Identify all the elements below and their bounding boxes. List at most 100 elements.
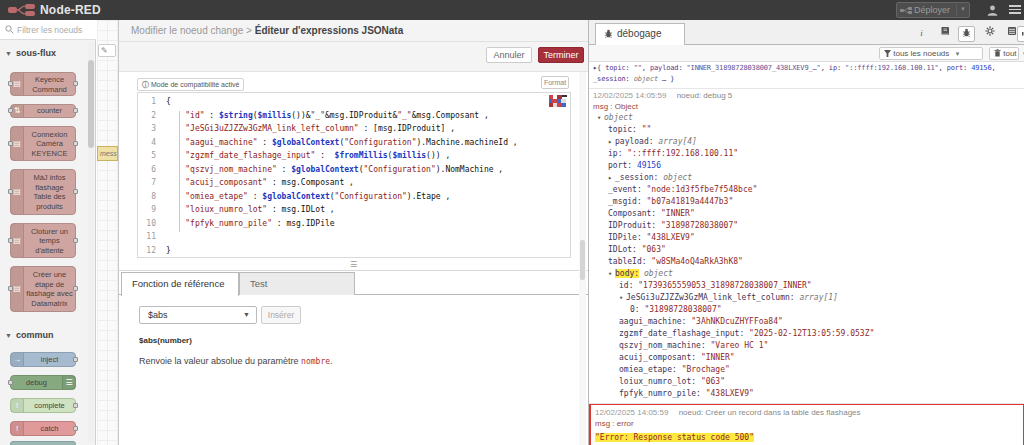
palette-scrollbar[interactable] — [88, 42, 94, 442]
function-select[interactable]: $abs ▼ — [139, 306, 257, 324]
dialog-scrollbar[interactable] — [579, 72, 586, 445]
debug-msg-label: msg : Object — [593, 101, 1020, 112]
debug-sidebar: débogage i ▶ tous les noeuds ▼ tout ▼ — [588, 20, 1024, 445]
palette-node-catch[interactable]: !catch — [10, 421, 76, 436]
output-port[interactable] — [73, 286, 78, 291]
trash-icon — [994, 49, 1001, 57]
palette-category-commun[interactable]: ▼commun — [0, 330, 88, 340]
function-description: Renvoie la valeur absolue du paramètre n… — [139, 356, 333, 366]
tab-info-icon[interactable]: i — [913, 26, 930, 42]
node-icon: → — [11, 353, 24, 366]
output-port[interactable] — [73, 403, 78, 408]
code-lines[interactable]: { "id" : $string($millis())&"_"&msg.IDPr… — [166, 97, 568, 259]
palette-node-keyence-command[interactable]: ▤Keyence Command — [10, 72, 76, 96]
node-icon: ! — [11, 399, 24, 412]
palette-node-complete[interactable]: !complete — [10, 398, 76, 413]
info-icon: ⓘ — [142, 81, 149, 88]
node-red-logo — [8, 4, 36, 16]
workspace-edit-button[interactable]: ✎ — [98, 44, 116, 57]
code-line-numbers: 123456789101112 — [138, 93, 162, 257]
node-icon: ☰ — [62, 376, 75, 389]
node-icon: ! — [11, 422, 24, 435]
filter-nodes-button[interactable]: tous les noeuds ▼ — [879, 47, 983, 60]
palette-node-inject[interactable]: →inject — [10, 352, 76, 367]
input-port[interactable] — [8, 380, 13, 385]
input-port[interactable] — [8, 238, 13, 243]
jsonata-logo-icon — [549, 95, 567, 108]
output-port[interactable] — [73, 81, 78, 86]
palette-node-creer-etape-flashage[interactable]: ▤Créer une étape de flashage avec Datama… — [10, 266, 76, 312]
menu-icon[interactable] — [1009, 5, 1021, 15]
debug-node-name: noeud: debug 5 — [677, 91, 733, 100]
tab-test[interactable]: Test — [239, 272, 355, 295]
bug-icon — [604, 29, 613, 38]
debug-msg-label: msg : error — [595, 418, 1019, 429]
format-button[interactable]: Format — [541, 76, 569, 89]
dialog-title: Éditeur d'expressions JSONata — [255, 25, 404, 36]
user-icon[interactable] — [986, 4, 999, 16]
deploy-icon — [900, 7, 912, 15]
input-port[interactable] — [8, 141, 13, 146]
function-tabs: Fonction de référence Test — [119, 272, 588, 295]
function-signature: $abs(number) — [139, 336, 192, 345]
debug-meta: 12/02/2025 14:05:59 noeud: debug 5 — [593, 90, 1020, 101]
debug-filterbar: tous les noeuds ▼ tout ▼ — [589, 45, 1024, 62]
debug-messages: ▸{ topic: "", payload: "INNER_3189872803… — [589, 62, 1024, 445]
debug-object-tree[interactable]: ▾objecttopic: ""▸payload: array[4]ip: ":… — [593, 112, 1020, 400]
input-port[interactable] — [8, 108, 13, 113]
jsonata-code-editor[interactable]: 123456789101112 { "id" : $string($millis… — [137, 92, 571, 258]
palette-sidebar: Filtrer les noeuds ▼sous-flux ▤Keyence Co… — [0, 20, 96, 445]
workspace-node-partial[interactable]: mess — [97, 146, 118, 161]
palette-search-placeholder: Filtrer les noeuds — [17, 25, 82, 35]
debug-message-error[interactable]: 12/02/2025 14:05:59 noeud: Créer un reco… — [589, 404, 1024, 445]
dialog-toolbar: Annuler Terminer — [119, 42, 588, 72]
input-port[interactable] — [8, 189, 13, 194]
breadcrumb-parent: Modifier le noeud change — [131, 25, 243, 36]
debug-error-text: "Error: Response status code 500" — [595, 432, 1019, 444]
workspace-canvas[interactable]: ✎ mess — [97, 20, 118, 445]
debug-node-name: noeud: Créer un record dans la table des… — [679, 408, 861, 417]
tab-debug[interactable]: débogage — [595, 23, 685, 46]
debug-timestamp: 12/02/2025 14:05:59 — [595, 408, 668, 417]
palette-node-cloturer-temps-attente[interactable]: ▤Cloturer un temps d'attente — [10, 223, 76, 258]
palette-node-connexion-camera-keyence[interactable]: ▤Connexion Caméra KEYENCE — [10, 126, 76, 161]
dialog-breadcrumb: Modifier le noeud change > Éditeur d'exp… — [119, 20, 588, 42]
palette-search[interactable]: Filtrer les noeuds — [0, 20, 96, 40]
sidebar-tabbar: débogage i ▶ — [589, 20, 1024, 45]
insert-button[interactable]: Insérer — [261, 306, 301, 324]
tab-dashboard-icon[interactable] — [1017, 26, 1024, 42]
cancel-button[interactable]: Annuler — [486, 47, 532, 63]
output-port[interactable] — [73, 357, 78, 362]
chevron-down-icon: ▼ — [243, 311, 250, 318]
search-icon — [5, 25, 14, 34]
deploy-button[interactable]: Déployer ▼ — [896, 2, 970, 18]
compat-notice: ⓘMode de compatibilité activé — [137, 78, 244, 91]
tab-help-icon[interactable] — [936, 26, 953, 42]
output-port[interactable] — [73, 189, 78, 194]
output-port[interactable] — [73, 238, 78, 243]
deploy-label: Déployer — [914, 5, 950, 15]
debug-message-object[interactable]: 12/02/2025 14:05:59 noeud: debug 5 msg :… — [589, 89, 1024, 404]
input-port[interactable] — [8, 286, 13, 291]
deploy-caret-icon[interactable]: ▼ — [960, 6, 966, 12]
palette-node-debug[interactable]: ☰debug — [10, 375, 76, 390]
edit-dialog: Modifier le noeud change > Éditeur d'exp… — [118, 20, 588, 445]
output-port[interactable] — [73, 426, 78, 431]
tab-config-icon[interactable] — [981, 26, 998, 42]
output-port[interactable] — [73, 141, 78, 146]
tab-function-reference[interactable]: Fonction de référence — [121, 272, 239, 296]
funnel-icon — [884, 50, 891, 57]
palette-node-counter[interactable]: ⇅counter — [10, 104, 76, 118]
app-title: Node-RED — [40, 3, 101, 17]
tab-debug-icon[interactable] — [958, 26, 975, 42]
palette-node-maj-infos-flashage[interactable]: ▤MàJ infos flashage Table des produits — [10, 169, 76, 215]
palette-node-status-partial[interactable] — [10, 441, 76, 445]
resize-grip[interactable]: ☰ — [119, 260, 588, 270]
debug-timestamp: 12/02/2025 14:05:59 — [593, 91, 666, 100]
clear-button[interactable]: tout ▼ — [989, 47, 1019, 60]
output-port[interactable] — [73, 108, 78, 113]
input-port[interactable] — [8, 81, 13, 86]
palette-category-sous-flux[interactable]: ▼sous-flux — [0, 48, 88, 58]
done-button[interactable]: Terminer — [538, 47, 584, 63]
debug-message-preview[interactable]: ▸{ topic: "", payload: "INNER_3189872803… — [589, 62, 1024, 89]
